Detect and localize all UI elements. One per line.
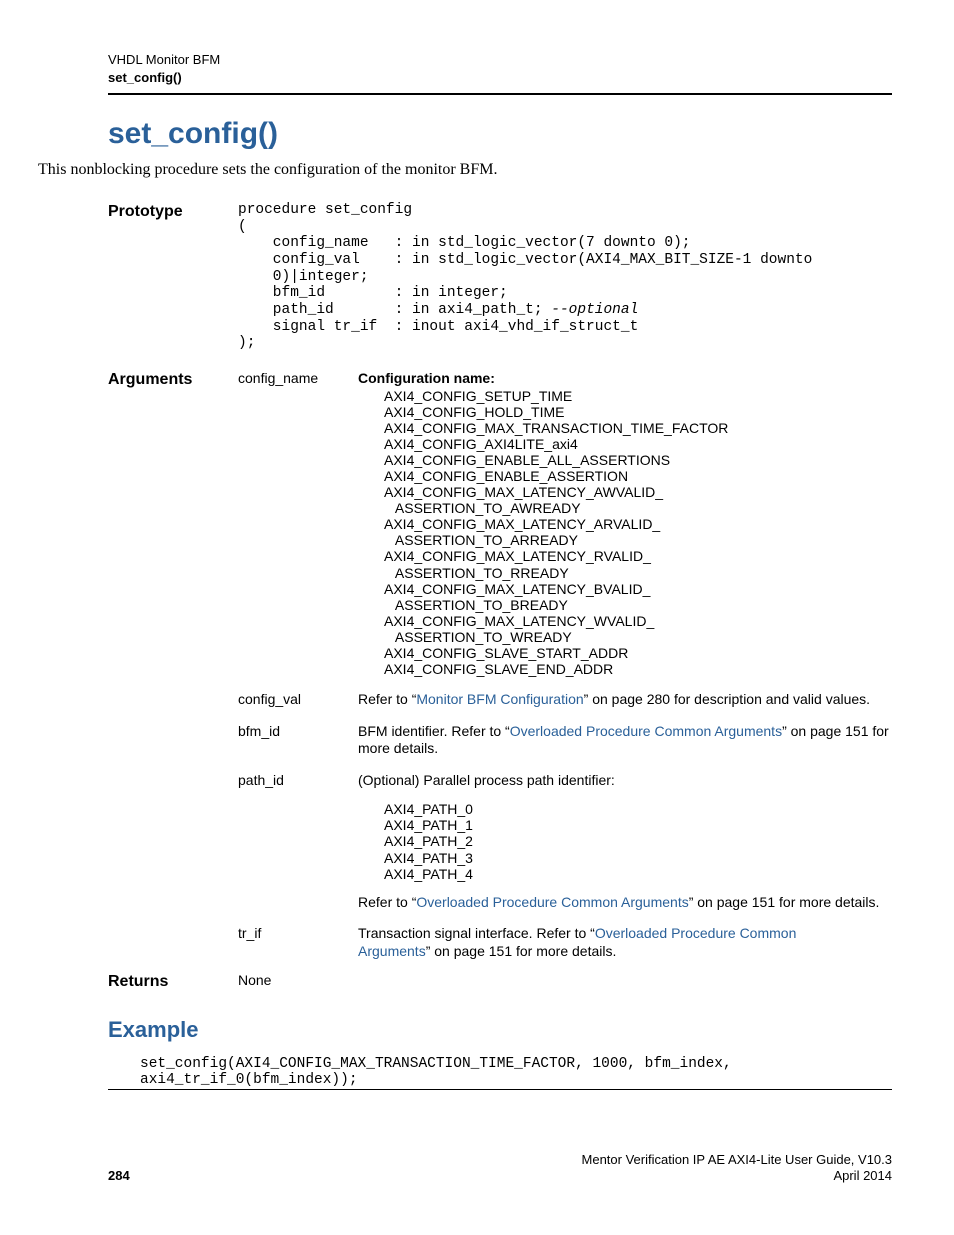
footer-rule: [108, 1089, 892, 1090]
text: ” on page 151 for more details.: [689, 894, 880, 910]
link-monitor-bfm-config[interactable]: Monitor BFM Configuration: [416, 691, 583, 707]
code-line: (: [238, 219, 247, 235]
link-overloaded-args-3b[interactable]: Arguments: [358, 943, 426, 959]
config-name-heading: Configuration name:: [358, 370, 495, 386]
link-overloaded-args-2[interactable]: Overloaded Procedure Common Arguments: [416, 894, 688, 910]
arg-name-config-name: config_name: [238, 370, 358, 677]
header-rule: [108, 93, 892, 95]
arg-name-config-val: config_val: [238, 691, 358, 709]
arg-desc-tr-if: Transaction signal interface. Refer to “…: [358, 925, 892, 960]
arguments-label: Arguments: [108, 370, 238, 960]
text: ” on page 151 for more details.: [426, 943, 617, 959]
page-header-topic: set_config(): [108, 70, 892, 86]
text: Refer to “: [358, 691, 416, 707]
arg-desc-config-name: Configuration name: AXI4_CONFIG_SETUP_TI…: [358, 370, 892, 677]
code-line: path_id : in axi4_path_t;: [238, 302, 551, 318]
code-line: config_name : in std_logic_vector(7 down…: [238, 235, 690, 251]
page-footer: 284 Mentor Verification IP AE AXI4-Lite …: [108, 1152, 892, 1185]
returns-value: None: [238, 972, 892, 992]
arg-desc-path-id: (Optional) Parallel process path identif…: [358, 772, 892, 911]
intro-paragraph: This nonblocking procedure sets the conf…: [38, 160, 892, 180]
code-line: signal tr_if : inout axi4_vhd_if_struct_…: [238, 319, 638, 335]
footer-guide: Mentor Verification IP AE AXI4-Lite User…: [582, 1152, 892, 1167]
example-code: set_config(AXI4_CONFIG_MAX_TRANSACTION_T…: [108, 1056, 892, 1089]
page-header-chapter: VHDL Monitor BFM: [108, 52, 892, 68]
page-number: 284: [108, 1168, 130, 1184]
arg-name-tr-if: tr_if: [238, 925, 358, 960]
path-id-values: AXI4_PATH_0 AXI4_PATH_1 AXI4_PATH_2 AXI4…: [358, 801, 892, 881]
arg-desc-config-val: Refer to “Monitor BFM Configuration” on …: [358, 691, 892, 709]
page-title: set_config(): [108, 115, 892, 153]
code-line: 0)|integer;: [238, 269, 369, 285]
link-overloaded-args-1[interactable]: Overloaded Procedure Common Arguments: [510, 723, 782, 739]
text: Transaction signal interface. Refer to “: [358, 925, 595, 941]
path-id-intro: (Optional) Parallel process path identif…: [358, 772, 892, 790]
prototype-label: Prototype: [108, 202, 238, 352]
text: Refer to “: [358, 894, 416, 910]
text: ” on page 280 for description and valid …: [584, 691, 870, 707]
arg-name-bfm-id: bfm_id: [238, 723, 358, 758]
code-line: config_val : in std_logic_vector(AXI4_MA…: [238, 252, 812, 268]
text: BFM identifier. Refer to “: [358, 723, 510, 739]
returns-label: Returns: [108, 972, 238, 992]
code-line: );: [238, 335, 255, 351]
code-line: bfm_id : in integer;: [238, 285, 508, 301]
config-name-values: AXI4_CONFIG_SETUP_TIME AXI4_CONFIG_HOLD_…: [358, 388, 892, 678]
prototype-code: procedure set_config ( config_name : in …: [238, 202, 892, 352]
code-line: procedure set_config: [238, 202, 412, 218]
example-heading: Example: [108, 1016, 892, 1044]
code-comment: --optional: [551, 302, 638, 318]
footer-date: April 2014: [833, 1168, 892, 1183]
link-overloaded-args-3a[interactable]: Overloaded Procedure Common: [595, 925, 797, 941]
arg-desc-bfm-id: BFM identifier. Refer to “Overloaded Pro…: [358, 723, 892, 758]
arg-name-path-id: path_id: [238, 772, 358, 911]
